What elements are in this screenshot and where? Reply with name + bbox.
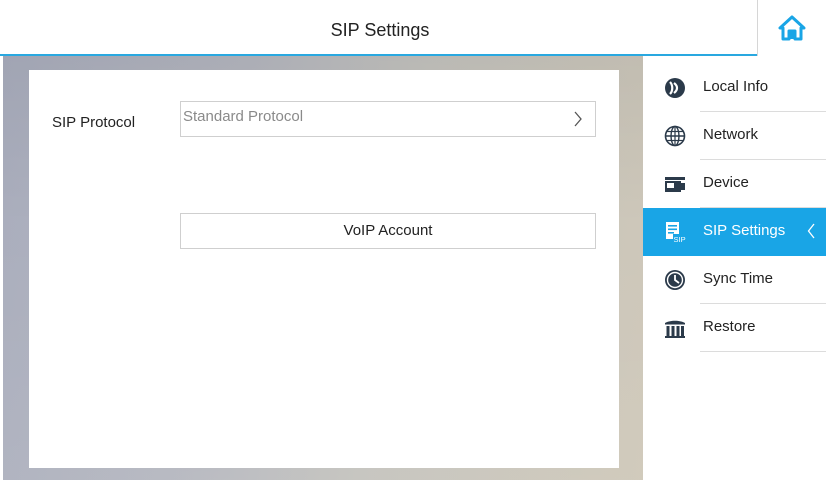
svg-text:SIP: SIP	[674, 235, 686, 243]
device-icon	[665, 177, 685, 192]
header-bar: SIP Settings	[0, 0, 826, 56]
sidebar-item-label: Local Info	[703, 78, 769, 95]
settings-card: SIP Protocol Standard Protocol VoIP Acco…	[29, 70, 619, 468]
sidebar-item-local-info[interactable]: Local Info	[643, 64, 826, 112]
sidebar-item-label: Network	[703, 126, 759, 143]
sidebar-item-label: Restore	[703, 318, 756, 335]
sidebar-item-sip-settings[interactable]: SIP SIP Settings	[643, 208, 826, 256]
chevron-left-icon	[807, 223, 815, 239]
sip-icon: SIP	[666, 222, 686, 243]
home-button[interactable]	[757, 0, 826, 56]
page-title: SIP Settings	[330, 20, 430, 40]
divider	[700, 351, 826, 352]
sip-protocol-select[interactable]: Standard Protocol	[180, 101, 596, 137]
local-info-icon	[665, 78, 685, 98]
clock-icon	[665, 270, 685, 290]
sidebar-item-label: SIP Settings	[703, 222, 786, 239]
voip-account-button[interactable]: VoIP Account	[180, 213, 596, 249]
home-icon	[778, 15, 806, 41]
globe-icon	[664, 125, 686, 147]
restore-icon	[665, 320, 685, 338]
sip-protocol-value: Standard Protocol	[183, 107, 304, 125]
sidebar-item-label: Sync Time	[703, 270, 774, 287]
sidebar-item-device[interactable]: Device	[643, 160, 826, 208]
sidebar-item-sync-time[interactable]: Sync Time	[643, 256, 826, 304]
sip-protocol-label: SIP Protocol	[52, 114, 136, 131]
sidebar-item-network[interactable]: Network	[643, 112, 826, 160]
chevron-right-icon	[574, 111, 582, 127]
main-panel: SIP Protocol Standard Protocol VoIP Acco…	[3, 56, 643, 480]
sidebar-item-restore[interactable]: Restore	[643, 304, 826, 352]
sidebar-item-label: Device	[703, 174, 749, 191]
sidebar: Local Info Network Device SIP SIP Settin…	[643, 56, 826, 480]
